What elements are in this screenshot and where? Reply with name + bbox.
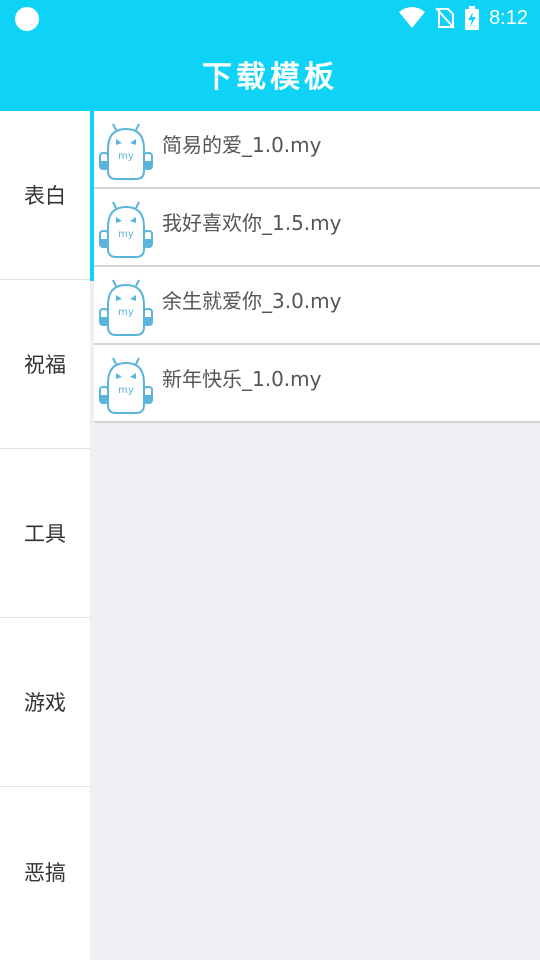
page-title: 下载模板 <box>202 60 338 95</box>
template-name: 简易的爱_1.0.my <box>162 133 322 157</box>
sidebar-item-label: 表白 <box>24 184 66 208</box>
sidebar-item-games[interactable]: 游戏 <box>0 618 90 787</box>
sidebar-item-tools[interactable]: 工具 <box>0 449 90 618</box>
status-time: 8:12 <box>489 6 528 29</box>
category-sidebar: 表白 祝福 工具 游戏 恶搞 <box>0 111 90 960</box>
sidebar-item-label: 工具 <box>24 522 66 546</box>
my-robot-icon: my <box>99 123 153 180</box>
template-name: 余生就爱你_3.0.my <box>162 289 342 313</box>
template-name: 新年快乐_1.0.my <box>162 367 322 391</box>
list-item[interactable]: my 简易的爱_1.0.my <box>94 111 540 189</box>
sidebar-item-blessing[interactable]: 祝福 <box>0 280 90 449</box>
my-robot-icon: my <box>99 357 153 414</box>
list-item[interactable]: my 我好喜欢你_1.5.my <box>94 189 540 267</box>
battery-charging-icon <box>465 6 480 30</box>
status-bar: 8:12 <box>0 0 540 36</box>
template-name: 我好喜欢你_1.5.my <box>162 211 342 235</box>
svg-text:my: my <box>118 307 134 318</box>
sidebar-item-label: 祝福 <box>24 353 66 377</box>
sidebar-item-confession[interactable]: 表白 <box>0 111 90 280</box>
my-robot-icon: my <box>99 279 153 336</box>
sidebar-item-label: 游戏 <box>24 691 66 715</box>
svg-text:my: my <box>118 151 134 162</box>
my-robot-icon: my <box>99 201 153 258</box>
status-icons: 8:12 <box>399 5 528 31</box>
svg-text:my: my <box>118 385 134 396</box>
list-item[interactable]: my 新年快乐_1.0.my <box>94 345 540 423</box>
sidebar-item-pranks[interactable]: 恶搞 <box>0 787 90 956</box>
svg-text:my: my <box>118 229 134 240</box>
template-list: my 简易的爱_1.0.my my 我好喜欢你_1.5.my my 余生就爱你_… <box>94 111 540 423</box>
list-item[interactable]: my 余生就爱你_3.0.my <box>94 267 540 345</box>
sidebar-item-label: 恶搞 <box>24 860 66 885</box>
wifi-icon <box>399 7 426 28</box>
no-sim-icon <box>435 7 455 29</box>
notification-dot-icon <box>15 7 39 31</box>
app-header: 8:12 下载模板 <box>0 0 540 111</box>
